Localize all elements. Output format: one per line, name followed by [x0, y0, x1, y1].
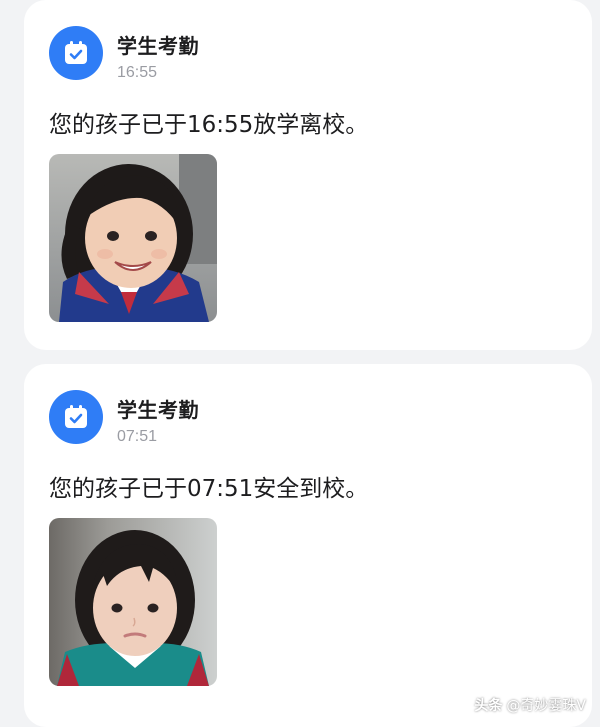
calendar-check-icon	[49, 26, 103, 80]
notification-time: 07:51	[117, 428, 158, 445]
calendar-check-icon	[49, 390, 103, 444]
notification-card[interactable]: 学生考勤 07:51 您的孩子已于07:51安全到校。	[24, 364, 592, 727]
student-photo[interactable]	[49, 154, 217, 322]
notification-time: 16:55	[117, 64, 158, 81]
watermark-handle: @奇妙霎珠V	[506, 698, 586, 714]
student-photo[interactable]	[49, 518, 217, 686]
notification-message: 您的孩子已于16:55放学离校。	[49, 112, 369, 138]
app-name: 学生考勤	[117, 34, 199, 58]
app-name: 学生考勤	[117, 398, 199, 422]
notification-card[interactable]: 学生考勤 16:55 您的孩子已于16:55放学离校。	[24, 0, 592, 350]
notification-message: 您的孩子已于07:51安全到校。	[49, 476, 369, 502]
watermark-brand: 头条	[474, 698, 503, 714]
watermark: 头条 @奇妙霎珠V	[474, 695, 586, 715]
